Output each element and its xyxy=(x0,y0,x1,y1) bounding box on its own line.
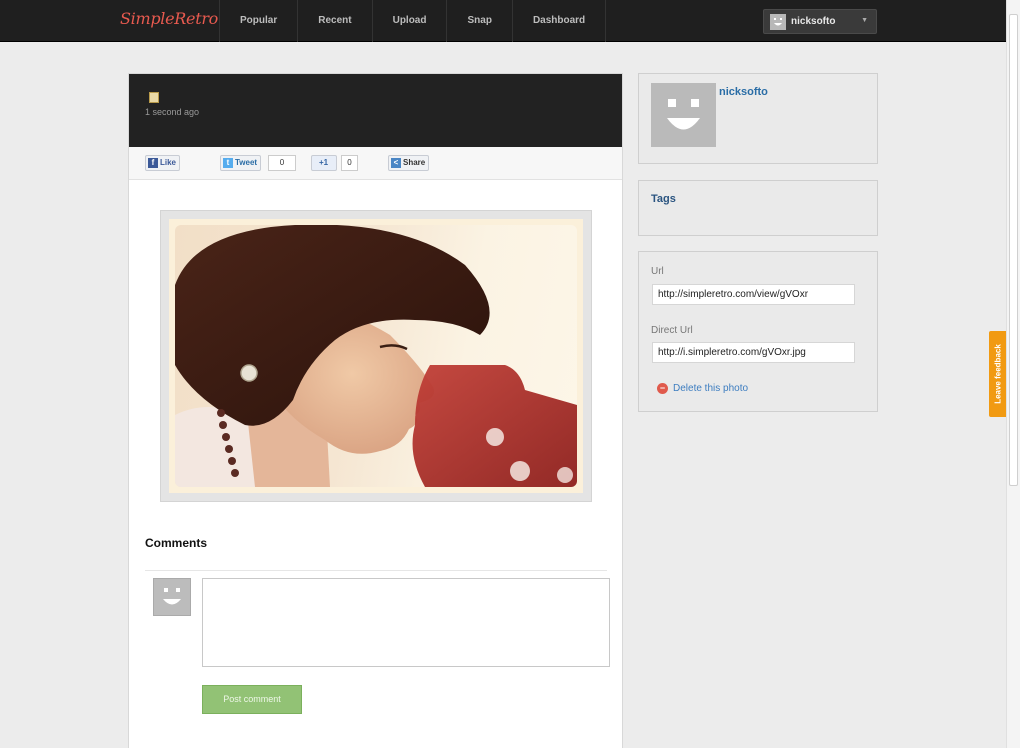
share-button[interactable]: < Share xyxy=(388,155,430,171)
photo-timestamp: 1 second ago xyxy=(145,107,200,117)
username-link[interactable]: nicksofto xyxy=(719,86,768,98)
smiley-icon xyxy=(163,588,181,605)
feedback-label: Leave feedback xyxy=(993,344,1002,404)
tags-panel: Tags xyxy=(638,180,878,236)
smiley-icon xyxy=(774,17,782,25)
user-menu-name: nicksofto xyxy=(791,16,836,27)
twitter-bird-icon: t xyxy=(223,158,233,168)
nav-upload[interactable]: Upload xyxy=(371,0,447,42)
photo-main-column: 1 second ago f Like t Tweet 0 +1 0 < Sha… xyxy=(128,73,623,748)
photo-header: 1 second ago xyxy=(129,74,622,147)
share-bar: f Like t Tweet 0 +1 0 < Share xyxy=(129,147,622,180)
commenter-avatar xyxy=(153,578,191,616)
url-field[interactable] xyxy=(652,284,855,305)
share-label: Share xyxy=(403,158,426,167)
like-label: Like xyxy=(160,158,177,167)
direct-url-field[interactable] xyxy=(652,342,855,363)
nav-recent[interactable]: Recent xyxy=(297,0,371,42)
scrollbar-thumb[interactable] xyxy=(1009,14,1018,486)
page-scrollbar[interactable] xyxy=(1006,0,1020,748)
smiley-icon xyxy=(667,99,700,130)
tweet-count: 0 xyxy=(268,155,296,171)
comment-textarea[interactable] xyxy=(202,578,610,667)
photo-image xyxy=(175,225,577,487)
delete-photo-link[interactable]: − Delete this photo xyxy=(657,383,748,394)
user-avatar-icon xyxy=(770,13,786,30)
nav-popular[interactable]: Popular xyxy=(219,0,297,42)
tweet-label: Tweet xyxy=(235,158,258,167)
plusone-count: 0 xyxy=(341,155,358,171)
note-icon xyxy=(149,92,159,103)
delete-photo-label: Delete this photo xyxy=(673,383,749,394)
tweet-button[interactable]: t Tweet xyxy=(220,155,262,171)
user-panel: nicksofto xyxy=(638,73,878,164)
chevron-down-icon: ▼ xyxy=(861,17,868,24)
site-logo[interactable]: SimpleRetro xyxy=(120,9,218,28)
delete-icon: − xyxy=(657,383,668,394)
direct-url-label: Direct Url xyxy=(651,325,693,336)
post-comment-button[interactable]: Post comment xyxy=(202,685,302,714)
facebook-icon: f xyxy=(148,158,158,168)
share-icon: < xyxy=(391,158,401,168)
top-nav-bar: SimpleRetro Popular Recent Upload Snap D… xyxy=(0,0,1006,42)
retro-photo[interactable] xyxy=(169,219,583,493)
photo-frame xyxy=(160,210,592,502)
url-label: Url xyxy=(651,266,664,277)
google-plusone-button[interactable]: +1 xyxy=(311,155,337,171)
photo-illustration xyxy=(175,225,577,487)
comments-divider xyxy=(145,570,607,571)
tags-heading: Tags xyxy=(651,193,676,205)
user-avatar[interactable] xyxy=(651,83,716,147)
leave-feedback-tab[interactable]: Leave feedback xyxy=(989,331,1006,417)
url-panel: Url Direct Url − Delete this photo xyxy=(638,251,878,412)
user-menu-dropdown[interactable]: nicksofto ▼ xyxy=(763,9,877,34)
nav-dashboard[interactable]: Dashboard xyxy=(511,0,607,42)
facebook-like-button[interactable]: f Like xyxy=(145,155,181,171)
main-nav: Popular Recent Upload Snap Dashboard xyxy=(219,0,607,42)
nav-snap[interactable]: Snap xyxy=(446,0,511,42)
comments-heading: Comments xyxy=(145,536,208,550)
plusone-label: +1 xyxy=(318,158,329,167)
